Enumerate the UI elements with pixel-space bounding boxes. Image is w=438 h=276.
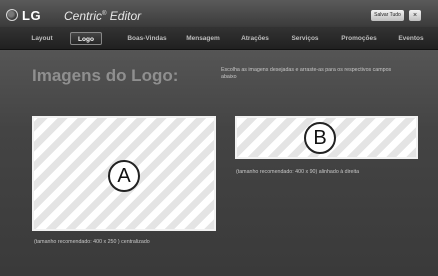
editor-window: LG Centric® Editor Salvar Tudo × Layout … [0, 0, 438, 276]
tab-atracoes[interactable]: Atrações [233, 32, 277, 45]
tab-promocoes[interactable]: Promoções [335, 32, 383, 45]
page-title: Imagens do Logo: [32, 66, 179, 85]
app-title-suffix: Editor [106, 9, 142, 23]
tab-layout[interactable]: Layout [22, 32, 62, 45]
tab-mensagem[interactable]: Mensagem [180, 32, 226, 45]
tab-eventos[interactable]: Eventos [392, 32, 430, 45]
tab-boas-vindas[interactable]: Boas-Vindas [118, 32, 176, 45]
app-title-name: Centric [64, 9, 103, 23]
title-bar: LG Centric® Editor Salvar Tudo × [0, 0, 438, 26]
close-icon[interactable]: × [409, 10, 421, 21]
app-title: Centric® Editor [64, 9, 141, 23]
marker-a: A [108, 160, 140, 192]
save-all-button[interactable]: Salvar Tudo [371, 10, 404, 21]
instructions-text: Escolha as imagens desejadas e arraste-a… [221, 67, 392, 80]
tab-logo[interactable]: Logo [70, 32, 102, 45]
marker-b: B [304, 122, 336, 154]
slot-a-size-caption: (tamanho recomendado: 400 x 250 ) centra… [34, 239, 150, 245]
tab-servicos[interactable]: Serviços [284, 32, 326, 45]
logo-panel: Imagens do Logo: Escolha as imagens dese… [0, 50, 438, 276]
slot-b-size-caption: (tamanho recomendado: 400 x 90) alinhado… [236, 169, 360, 175]
tab-bar: Layout Logo Boas-Vindas Mensagem Atraçõe… [0, 27, 438, 50]
brand-logo-text: LG [22, 8, 42, 23]
lg-logo-icon [6, 9, 18, 21]
